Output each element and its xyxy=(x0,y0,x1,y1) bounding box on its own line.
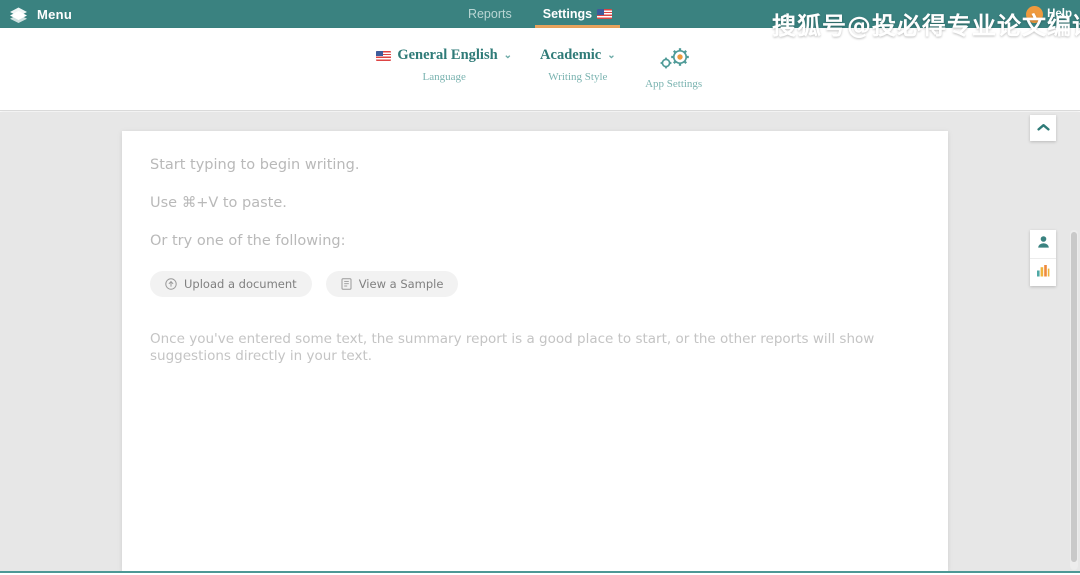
page-scrollbar[interactable] xyxy=(1070,230,1078,570)
watermark-text: 搜狐号@投必得专业论文编译 xyxy=(772,12,1080,40)
view-sample-button[interactable]: View a Sample xyxy=(325,271,459,297)
chevron-down-icon: ⌄ xyxy=(503,49,513,61)
us-flag-icon xyxy=(597,9,613,19)
rail-button-profile[interactable] xyxy=(1030,230,1056,258)
person-icon xyxy=(1037,235,1050,254)
app-window: Menu Reports Settings Help 搜狐号@投必得专业论文编译… xyxy=(0,0,1080,575)
language-value: General English xyxy=(397,47,498,63)
writing-style-label: Writing Style xyxy=(548,71,608,83)
chevron-up-icon xyxy=(1036,119,1050,137)
language-label: Language xyxy=(422,71,466,83)
rail-button-statistics[interactable] xyxy=(1030,258,1056,286)
subnav-item-app-settings[interactable]: App Settings xyxy=(644,47,704,90)
gears-icon xyxy=(656,47,692,71)
upload-document-label: Upload a document xyxy=(184,277,297,291)
tab-settings-label: Settings xyxy=(542,7,593,21)
side-rail xyxy=(1030,230,1056,286)
editor-action-buttons: Upload a document View a Sample xyxy=(150,271,920,297)
hint-paste: Use ⌘+V to paste. xyxy=(150,195,287,211)
page-scrollbar-thumb[interactable] xyxy=(1071,232,1077,562)
writing-style-value: Academic xyxy=(540,47,602,63)
tab-settings[interactable]: Settings xyxy=(534,0,621,28)
subnav-item-language[interactable]: General English ⌄ Language xyxy=(376,47,512,83)
view-sample-label: View a Sample xyxy=(358,277,444,291)
tab-reports-label: Reports xyxy=(467,7,512,21)
upload-document-button[interactable]: Upload a document xyxy=(150,271,312,297)
tab-reports[interactable]: Reports xyxy=(468,0,512,28)
upload-circle-icon xyxy=(165,278,177,290)
bottom-accent-bar xyxy=(0,571,1080,573)
document-page[interactable]: Start typing to begin writing. Use ⌘+V t… xyxy=(122,131,948,571)
chevron-down-icon: ⌄ xyxy=(607,49,616,61)
summary-hint-text: Once you've entered some text, the summa… xyxy=(150,331,875,365)
us-flag-icon xyxy=(376,50,392,61)
hint-try-following: Or try one of the following: xyxy=(150,233,346,249)
writing-style-selector[interactable]: Academic ⌄ xyxy=(540,47,616,64)
editor-workspace: Start typing to begin writing. Use ⌘+V t… xyxy=(0,112,1080,571)
collapse-panel-button[interactable] xyxy=(1030,115,1056,141)
document-icon xyxy=(341,278,352,290)
bar-chart-icon xyxy=(1036,264,1050,282)
app-settings-label: App Settings xyxy=(645,78,703,90)
hint-start-typing: Start typing to begin writing. xyxy=(150,157,360,173)
language-selector[interactable]: General English ⌄ xyxy=(376,47,512,64)
subnav-item-writing-style[interactable]: Academic ⌄ Writing Style xyxy=(540,47,616,83)
